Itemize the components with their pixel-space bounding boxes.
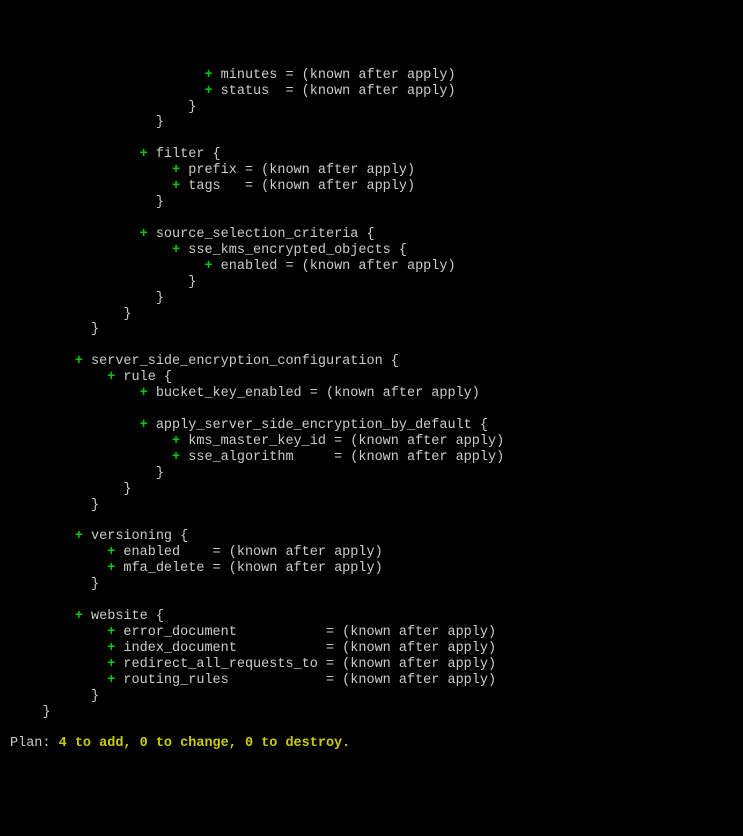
- close-brace: }: [91, 689, 99, 704]
- attr-sse-algorithm: sse_algorithm = (known after apply): [180, 450, 504, 465]
- plus-icon: +: [140, 386, 148, 401]
- block-sse-kms-encrypted-objects: sse_kms_encrypted_objects {: [180, 243, 407, 258]
- plus-icon: +: [172, 163, 180, 178]
- block-filter: filter {: [148, 147, 221, 162]
- block-source-selection-criteria: source_selection_criteria {: [148, 227, 375, 242]
- plus-icon: +: [172, 243, 180, 258]
- attr-mfa-delete: mfa_delete = (known after apply): [115, 561, 382, 576]
- block-versioning: versioning {: [83, 529, 188, 544]
- plus-icon: +: [172, 450, 180, 465]
- close-brace: }: [91, 322, 99, 337]
- plus-icon: +: [140, 147, 148, 162]
- terminal-output: + minutes = (known after apply) + status…: [0, 64, 743, 757]
- attr-enabled: enabled = (known after apply): [115, 545, 382, 560]
- close-brace: }: [156, 115, 164, 130]
- attr-status: status = (known after apply): [213, 84, 456, 99]
- plan-label: Plan:: [10, 736, 51, 751]
- block-rule: rule {: [115, 370, 172, 385]
- close-brace: }: [156, 466, 164, 481]
- plus-icon: +: [140, 418, 148, 433]
- attr-error-document: error_document = (known after apply): [115, 625, 496, 640]
- plus-icon: +: [75, 529, 83, 544]
- plus-icon: +: [204, 84, 212, 99]
- plus-icon: +: [172, 179, 180, 194]
- close-brace: }: [156, 195, 164, 210]
- attr-enabled: enabled = (known after apply): [213, 259, 456, 274]
- block-website: website {: [83, 609, 164, 624]
- plus-icon: +: [172, 434, 180, 449]
- plus-icon: +: [75, 354, 83, 369]
- attr-routing-rules: routing_rules = (known after apply): [115, 673, 496, 688]
- attr-prefix: prefix = (known after apply): [180, 163, 415, 178]
- close-brace: }: [123, 307, 131, 322]
- close-brace: }: [91, 498, 99, 513]
- close-brace: }: [91, 577, 99, 592]
- close-brace: }: [188, 275, 196, 290]
- attr-index-document: index_document = (known after apply): [115, 641, 496, 656]
- plan-summary: 4 to add, 0 to change, 0 to destroy.: [51, 736, 351, 751]
- close-brace: }: [42, 705, 50, 720]
- attr-kms-master-key-id: kms_master_key_id = (known after apply): [180, 434, 504, 449]
- attr-minutes: minutes = (known after apply): [213, 68, 456, 83]
- attr-bucket-key-enabled: bucket_key_enabled = (known after apply): [148, 386, 480, 401]
- plus-icon: +: [204, 259, 212, 274]
- plus-icon: +: [140, 227, 148, 242]
- plus-icon: +: [204, 68, 212, 83]
- plus-icon: +: [75, 609, 83, 624]
- attr-tags: tags = (known after apply): [180, 179, 415, 194]
- attr-redirect-all-requests-to: redirect_all_requests_to = (known after …: [115, 657, 496, 672]
- close-brace: }: [123, 482, 131, 497]
- block-apply-server-side-encryption-by-default: apply_server_side_encryption_by_default …: [148, 418, 488, 433]
- close-brace: }: [188, 100, 196, 115]
- close-brace: }: [156, 291, 164, 306]
- block-server-side-encryption-configuration: server_side_encryption_configuration {: [83, 354, 399, 369]
